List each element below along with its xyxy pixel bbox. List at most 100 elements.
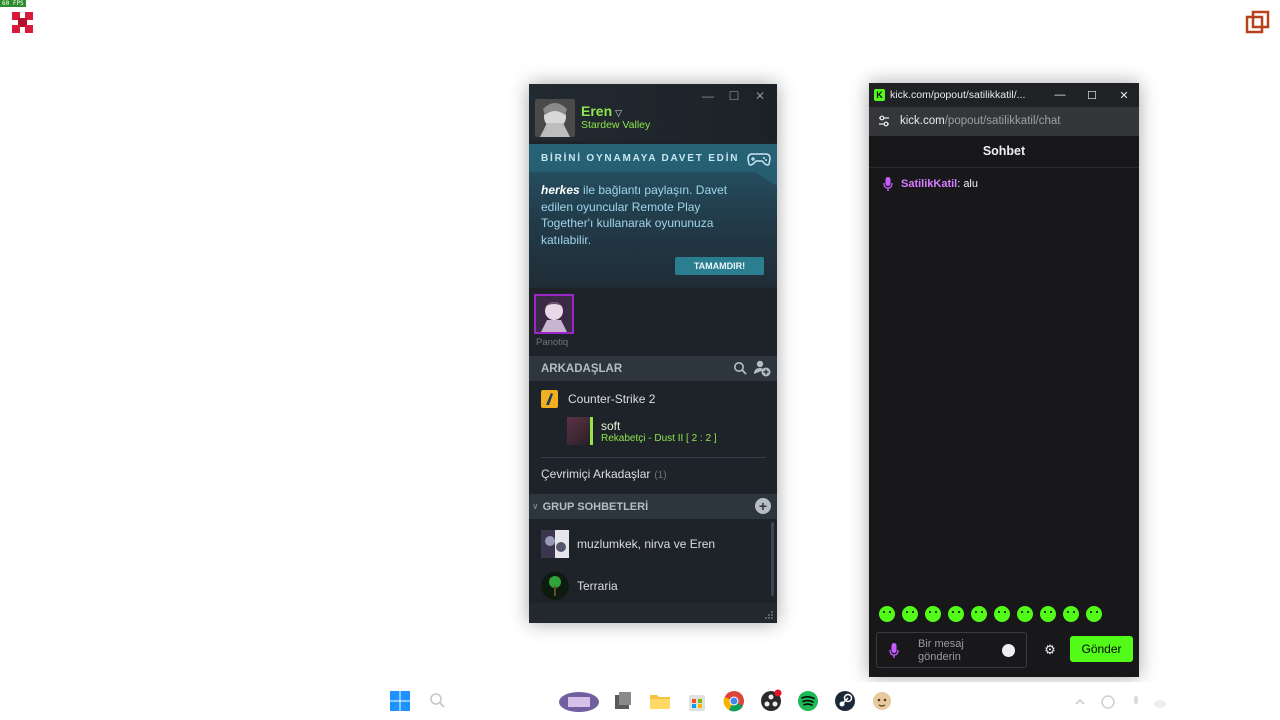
group-chat-item[interactable]: muzlumkek, nirva ve Eren [529,526,769,562]
chevron-down-icon[interactable]: ▽ [615,108,622,118]
chat-title: Sohbet [869,136,1139,168]
search-icon[interactable] [426,689,450,713]
invite-banner: BİRİNİ OYNAMAYA DAVET EDİN herkes ile ba… [529,144,777,288]
terraria-icon [541,572,569,600]
game-group-row[interactable]: Counter-Strike 2 [529,385,777,411]
chevron-up-icon[interactable] [1072,694,1088,710]
window-title: kick.com/popout/satilikkatil/... [890,89,1026,101]
invite-header: BİRİNİ OYNAMAYA DAVET EDİN [529,144,777,172]
store-icon[interactable] [685,689,709,713]
url-path: /popout/satilikkatil/chat [944,115,1061,127]
emote-icon[interactable] [1040,606,1056,622]
cloud-icon[interactable] [1152,694,1168,710]
chat-message: SatilikKatil: alu [883,177,978,191]
invite-highlight[interactable]: herkes [541,183,580,197]
friend-row[interactable]: soft Rekabetçi - Dust II [ 2 : 2 ] [529,414,777,448]
chat-username[interactable]: SatilikKatil [901,178,957,190]
gear-icon[interactable]: ⚙ [1042,642,1058,658]
chat-input[interactable]: Bir mesaj gönderin [876,632,1027,668]
browser-titlebar: K kick.com/popout/satilikkatil/... — ☐ ✕ [869,83,1139,107]
steam-profile-header: Eren ▽ Stardew Valley — ☐ ✕ [529,84,777,141]
user-game-status: Stardew Valley [581,119,651,131]
search-icon[interactable] [733,361,747,375]
game-group-name: Counter-Strike 2 [568,392,656,406]
obs-icon[interactable] [759,689,783,713]
window-controls: — ☐ ✕ [1051,86,1133,104]
fps-counter: 60 FPS [0,0,26,7]
screenshot-tool-icon[interactable] [1245,10,1270,35]
online-friends-label: Çevrimiçi Arkadaşlar [541,467,651,481]
kick-chat-window: K kick.com/popout/satilikkatil/... — ☐ ✕… [869,83,1139,677]
emote-icon[interactable] [1063,606,1079,622]
online-friends-count: (1) [654,470,667,481]
app-icon[interactable] [10,10,35,35]
group-chat-name: Terraria [577,579,618,593]
group-chat-name: muzlumkek, nirva ve Eren [577,537,716,551]
close-button[interactable]: ✕ [749,88,771,104]
microphone-badge-icon [883,177,893,191]
steam-icon[interactable] [833,689,857,713]
gamepad-icon [747,153,771,166]
user-avatar[interactable] [535,99,575,137]
microphone-badge-icon [889,643,899,658]
widget-icon[interactable] [558,689,600,713]
friends-section-header: ARKADAŞLAR [529,356,777,381]
site-settings-icon[interactable] [877,114,891,128]
file-explorer-icon[interactable] [611,689,635,713]
steam-friends-window: Eren ▽ Stardew Valley — ☐ ✕ BİRİNİ OYNAMA… [529,84,777,623]
emote-icon[interactable] [948,606,964,622]
chrome-icon[interactable] [722,689,746,713]
group-chats-label: GRUP SOHBETLERİ [542,500,649,513]
counter-strike-icon [541,390,558,408]
online-friends-header[interactable]: Çevrimiçi Arkadaşlar (1) [541,467,667,481]
user-name[interactable]: Eren ▽ [581,103,622,119]
emote-icon[interactable] [879,606,895,622]
emote-icon[interactable] [925,606,941,622]
chevron-down-icon[interactable]: ∨ [532,501,539,512]
invite-notch [755,172,777,186]
group-chats-header[interactable]: ∨ GRUP SOHBETLERİ + [529,494,777,519]
windows-start-icon[interactable] [388,689,412,713]
address-bar[interactable]: kick.com/popout/satilikkatil/chat [869,107,1139,136]
minimize-button[interactable]: — [1051,86,1069,104]
party-member-name: Panotiq [536,337,569,348]
add-group-chat-button[interactable]: + [755,498,771,514]
emote-icon[interactable] [902,606,918,622]
folder-icon[interactable] [648,689,672,713]
friend-name: soft [601,419,621,433]
friend-status: Rekabetçi - Dust II [ 2 : 2 ] [601,433,717,444]
url-host: kick.com [900,115,945,127]
party-member-avatar[interactable] [534,294,574,334]
send-button[interactable]: Gönder [1070,636,1133,662]
microphone-icon[interactable] [1128,694,1144,710]
chat-separator: : [957,178,961,190]
resize-grip-icon[interactable] [764,610,774,620]
kick-logo-icon: K [874,89,885,101]
taskbar [0,682,1280,720]
sync-icon[interactable] [1100,694,1116,710]
emoji-icon[interactable] [1002,644,1015,657]
add-friend-icon[interactable] [753,359,771,377]
emote-icon[interactable] [971,606,987,622]
chat-text: alu [963,178,978,190]
close-button[interactable]: ✕ [1115,86,1133,104]
group-chat-item[interactable]: Terraria [529,568,769,604]
emote-icon[interactable] [994,606,1010,622]
maximize-button[interactable]: ☐ [723,88,745,104]
scrollbar[interactable] [771,522,774,596]
maximize-button[interactable]: ☐ [1083,86,1101,104]
friend-avatar[interactable] [567,417,593,445]
spotify-icon[interactable] [796,689,820,713]
emote-bar [879,606,1102,622]
divider [541,457,766,458]
emote-icon[interactable] [1017,606,1033,622]
window-controls: — ☐ ✕ [697,88,771,104]
group-chat-avatar [541,530,569,558]
minimize-button[interactable]: — [697,88,719,104]
invite-ok-button[interactable]: TAMAMDIR! [675,257,764,275]
invite-body: herkes ile bağlantı paylaşın. Davet edil… [541,182,741,248]
emote-icon[interactable] [1086,606,1102,622]
friends-header-label: ARKADAŞLAR [541,362,623,375]
app-icon[interactable] [870,689,894,713]
chat-input-placeholder: Bir mesaj gönderin [918,638,964,663]
